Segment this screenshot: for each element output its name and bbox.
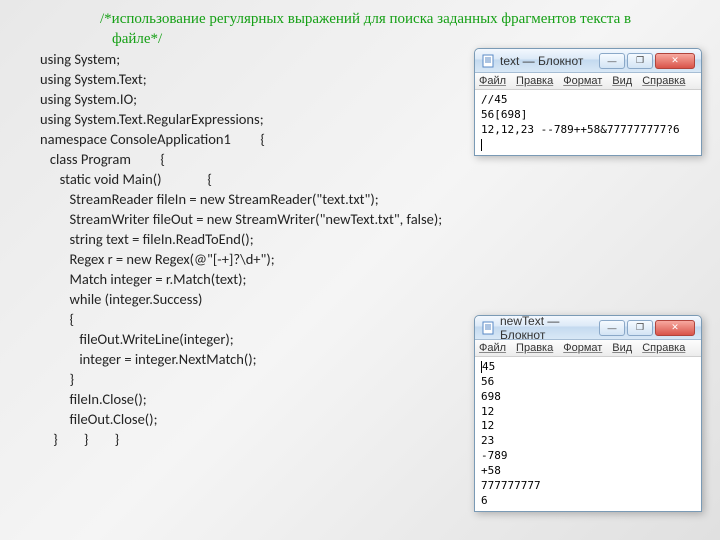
menu-format[interactable]: Формат — [563, 342, 602, 354]
notepad-window-newtext: newText — Блокнот — ❐ ✕ Файл Правка Форм… — [474, 315, 702, 512]
notepad-icon — [481, 54, 495, 68]
notepad-window-text: text — Блокнот — ❐ ✕ Файл Правка Формат … — [474, 48, 702, 156]
window-title: text — Блокнот — [500, 54, 599, 68]
minimize-button[interactable]: — — [599, 320, 625, 336]
minimize-button[interactable]: — — [599, 53, 625, 69]
menu-view[interactable]: Вид — [612, 75, 632, 87]
menu-view[interactable]: Вид — [612, 342, 632, 354]
code-line: StreamReader fileIn = new StreamReader("… — [40, 189, 680, 209]
code-comment: /*использование регулярных выражений для… — [52, 10, 680, 49]
text-area[interactable]: //45 56[698] 12,12,23 --789++58&77777777… — [475, 90, 701, 155]
menu-edit[interactable]: Правка — [516, 75, 553, 87]
code-line: Regex r = new Regex(@"[-+]?\d+"); — [40, 249, 680, 269]
close-button[interactable]: ✕ — [655, 53, 695, 69]
code-line: static void Main() { — [40, 169, 680, 189]
menu-file[interactable]: Файл — [479, 342, 506, 354]
menu-help[interactable]: Справка — [642, 342, 685, 354]
maximize-button[interactable]: ❐ — [627, 53, 653, 69]
code-line: while (integer.Success) — [40, 289, 680, 309]
menu-edit[interactable]: Правка — [516, 342, 553, 354]
menu-bar: Файл Правка Формат Вид Справка — [475, 73, 701, 90]
code-line: string text = fileIn.ReadToEnd(); — [40, 229, 680, 249]
menu-bar: Файл Правка Формат Вид Справка — [475, 340, 701, 357]
maximize-button[interactable]: ❐ — [627, 320, 653, 336]
notepad-icon — [481, 321, 495, 335]
text-caret — [481, 139, 482, 151]
titlebar[interactable]: newText — Блокнот — ❐ ✕ — [475, 316, 701, 340]
close-button[interactable]: ✕ — [655, 320, 695, 336]
code-line: StreamWriter fileOut = new StreamWriter(… — [40, 209, 680, 229]
menu-format[interactable]: Формат — [563, 75, 602, 87]
menu-file[interactable]: Файл — [479, 75, 506, 87]
window-title: newText — Блокнот — [500, 314, 599, 342]
code-line: Match integer = r.Match(text); — [40, 269, 680, 289]
titlebar[interactable]: text — Блокнот — ❐ ✕ — [475, 49, 701, 73]
text-area[interactable]: 45 56 698 12 12 23 -789 +58 777777777 6 — [475, 357, 701, 511]
menu-help[interactable]: Справка — [642, 75, 685, 87]
